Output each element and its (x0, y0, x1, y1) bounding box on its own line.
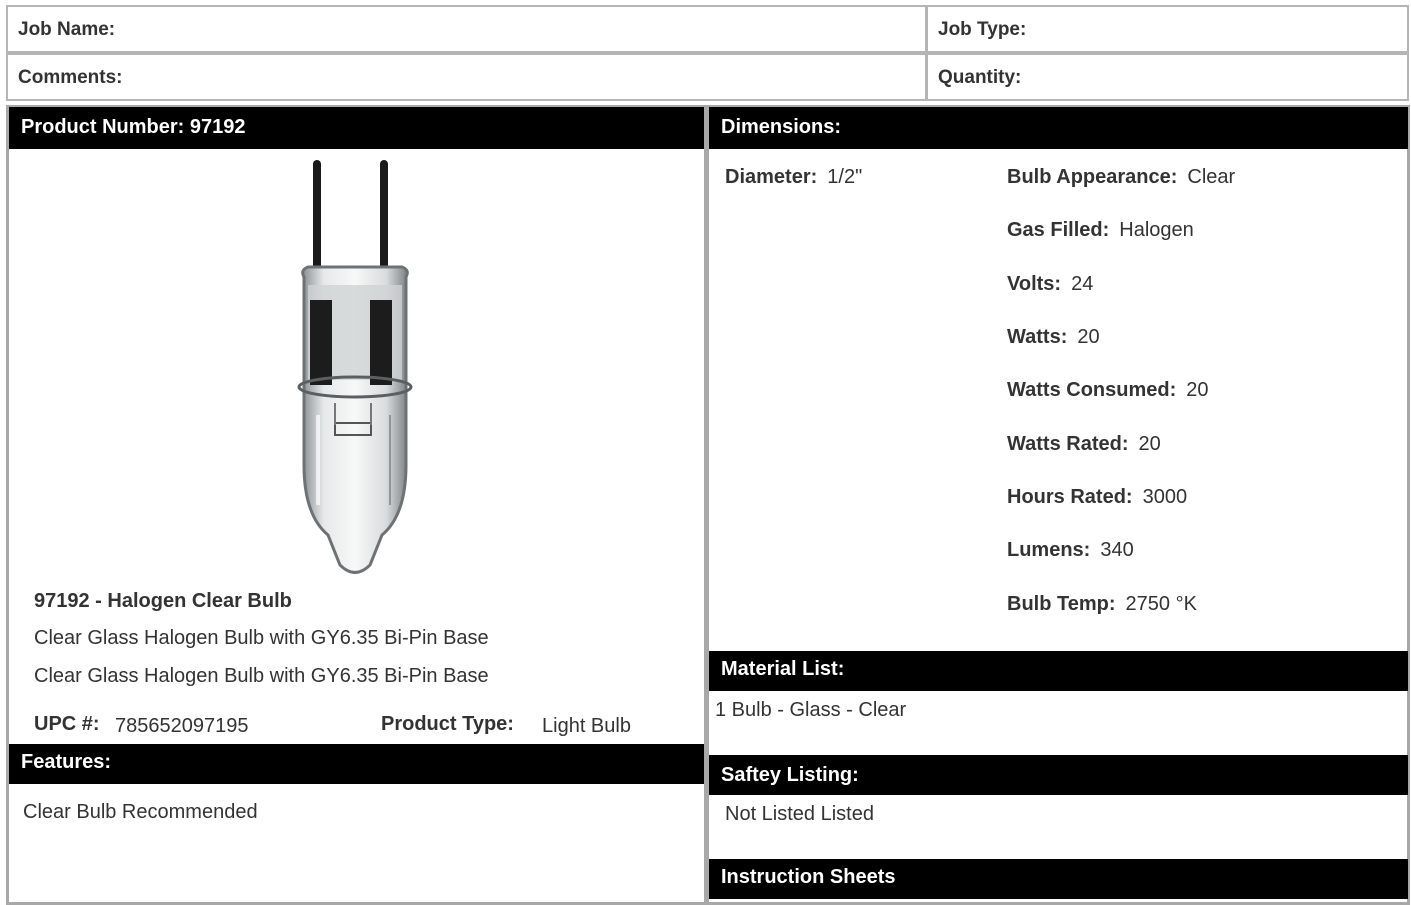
spec-value: 2750 °K (1125, 593, 1197, 615)
spec-label: Watts: (1007, 326, 1068, 348)
product-number-header: Product Number: 97192 (9, 107, 704, 149)
upc-label: UPC #: (34, 713, 100, 735)
spec-value: Clear (1187, 166, 1236, 188)
spec-value: 20 (1186, 379, 1209, 401)
upc-value: 785652097195 (115, 715, 249, 737)
diameter-value: 1/2" (827, 166, 863, 188)
product-type-value: Light Bulb (542, 715, 631, 737)
halogen-bulb-icon (297, 160, 413, 574)
spec-label: Bulb Temp: (1007, 593, 1116, 615)
safety-listing-text: Not Listed Listed (725, 803, 874, 825)
spec-value: 20 (1138, 433, 1161, 455)
features-text: Clear Bulb Recommended (23, 801, 258, 823)
spec-value: Halogen (1119, 219, 1194, 241)
spec-label: Lumens: (1007, 539, 1091, 561)
product-description-1: Clear Glass Halogen Bulb with GY6.35 Bi-… (34, 627, 489, 649)
spec-value: 24 (1071, 273, 1094, 295)
material-list-header: Material List: (709, 651, 1408, 691)
features-header: Features: (9, 744, 704, 784)
diameter-spec: Diameter: 1/2" (725, 166, 862, 189)
product-type-label: Product Type: (381, 713, 514, 735)
spec-row: Gas Filled: Halogen (1007, 219, 1194, 242)
spec-value: 3000 (1142, 486, 1188, 508)
product-description-2: Clear Glass Halogen Bulb with GY6.35 Bi-… (34, 665, 489, 687)
product-title: 97192 - Halogen Clear Bulb (34, 590, 292, 612)
spec-row: Bulb Temp: 2750 °K (1007, 593, 1197, 616)
spec-row: Watts Consumed: 20 (1007, 379, 1209, 402)
job-name-field[interactable]: Job Name: (6, 5, 927, 53)
spec-label: Hours Rated: (1007, 486, 1133, 508)
comments-field[interactable]: Comments: (6, 53, 927, 101)
spec-row: Bulb Appearance: Clear (1007, 166, 1235, 189)
spec-label: Bulb Appearance: (1007, 166, 1178, 188)
safety-listing-header: Saftey Listing: (709, 755, 1408, 795)
spec-label: Watts Rated: (1007, 433, 1129, 455)
job-name-label: Job Name: (18, 19, 116, 40)
quantity-field[interactable]: Quantity: (926, 53, 1409, 101)
spec-label: Watts Consumed: (1007, 379, 1177, 401)
spec-row: Watts: 20 (1007, 326, 1100, 349)
dimensions-header: Dimensions: (709, 107, 1408, 149)
spec-value: 340 (1100, 539, 1134, 561)
instruction-sheets-header: Instruction Sheets (709, 859, 1408, 899)
spec-row: Lumens: 340 (1007, 539, 1134, 562)
job-type-label: Job Type: (938, 19, 1027, 40)
quantity-label: Quantity: (938, 67, 1022, 88)
spec-row: Hours Rated: 3000 (1007, 486, 1187, 509)
spec-row: Watts Rated: 20 (1007, 433, 1161, 456)
diameter-label: Diameter: (725, 166, 818, 188)
material-list-text: 1 Bulb - Glass - Clear (715, 699, 907, 721)
job-type-field[interactable]: Job Type: (926, 5, 1409, 53)
comments-label: Comments: (18, 67, 123, 88)
spec-value: 20 (1077, 326, 1100, 348)
spec-label: Volts: (1007, 273, 1062, 295)
spec-row: Volts: 24 (1007, 273, 1093, 296)
spec-label: Gas Filled: (1007, 219, 1110, 241)
